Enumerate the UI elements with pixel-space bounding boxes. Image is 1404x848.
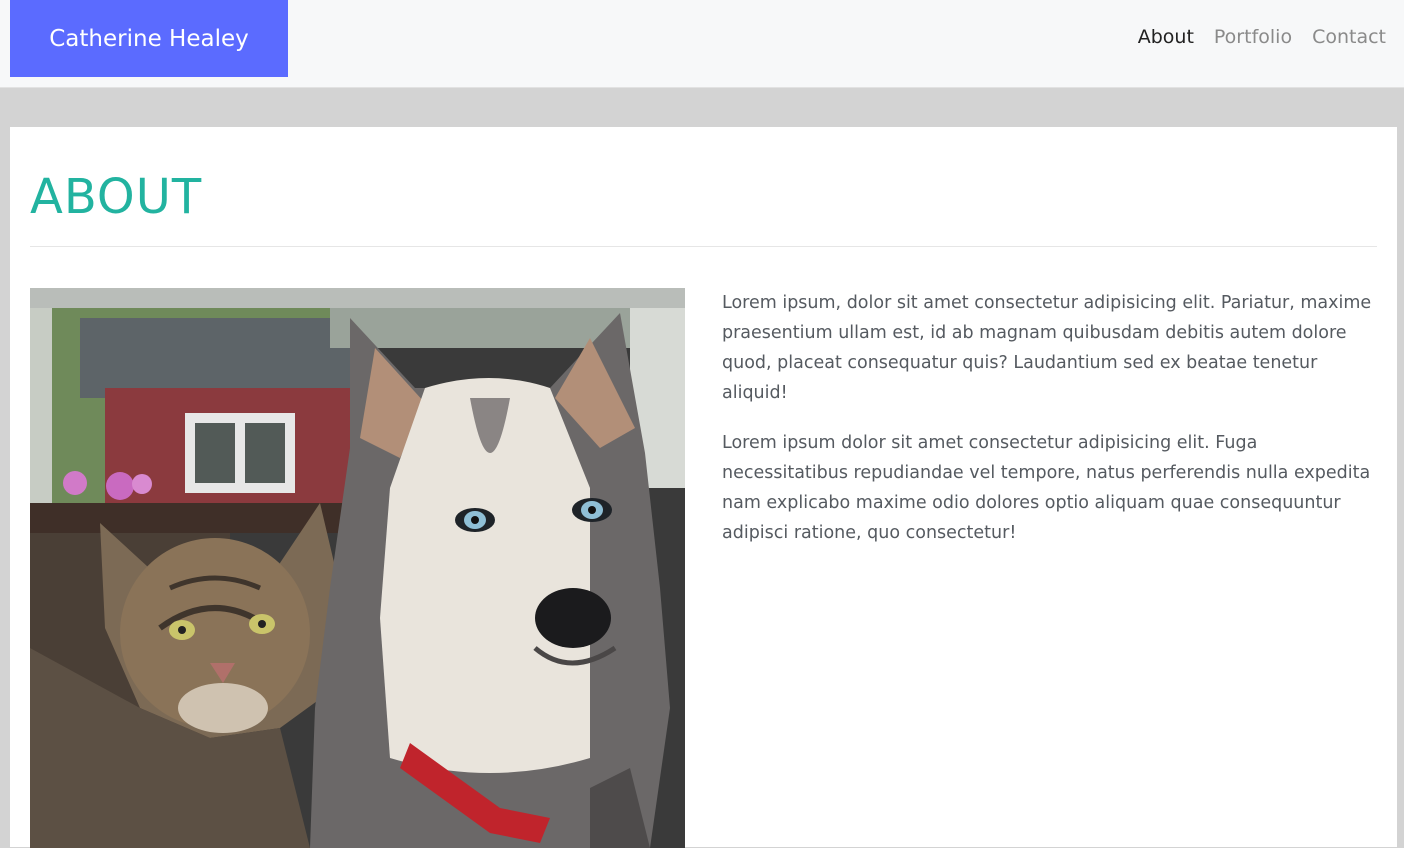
page-title: ABOUT (30, 169, 203, 225)
navbar: Catherine Healey About Portfolio Contact (0, 0, 1404, 88)
nav-link-contact[interactable]: Contact (1312, 26, 1386, 48)
nav-link-about[interactable]: About (1138, 26, 1194, 48)
nav-link-portfolio[interactable]: Portfolio (1214, 26, 1292, 48)
pets-photo (30, 288, 685, 848)
about-text: Lorem ipsum, dolor sit amet consectetur … (722, 288, 1382, 568)
nav-links: About Portfolio Contact (1138, 26, 1386, 48)
title-divider (30, 246, 1377, 247)
about-card: ABOUT Lorem ipsum, dolor sit amet consec… (10, 127, 1397, 848)
about-paragraph-1: Lorem ipsum, dolor sit amet consectetur … (722, 293, 1372, 403)
brand-logo[interactable]: Catherine Healey (10, 0, 288, 77)
about-paragraph-2: Lorem ipsum dolor sit amet consectetur a… (722, 433, 1371, 543)
